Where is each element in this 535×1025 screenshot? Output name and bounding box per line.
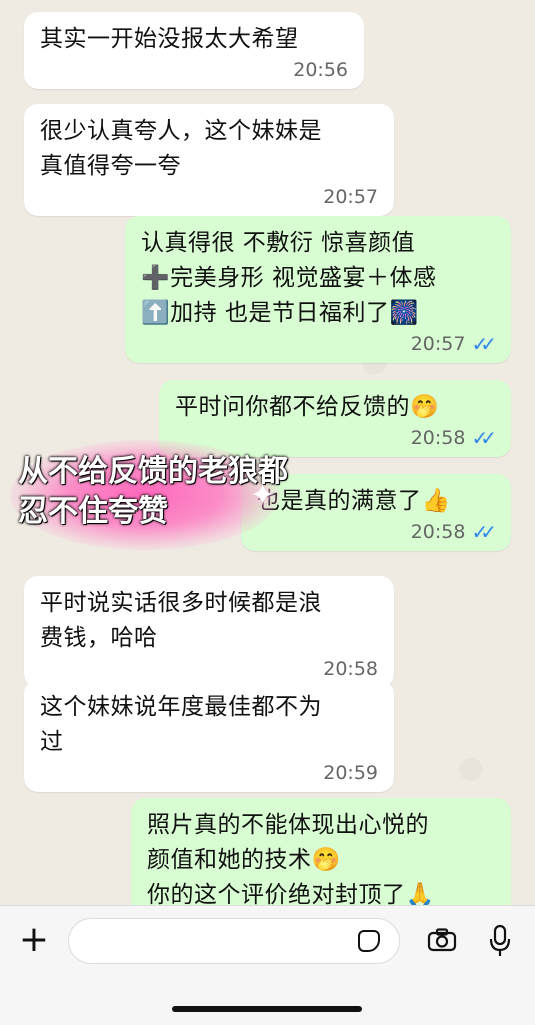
message-bubble-incoming[interactable]: 这个妹妹说年度最佳都不为 过 20:59 <box>24 680 394 792</box>
message-text: 认真得很 不敷衍 惊喜颜值 ➕完美身形 视觉盛宴＋体感 ⬆️加持 也是节日福利了… <box>141 230 437 326</box>
message-text: 其实一开始没报太大希望 <box>40 26 299 52</box>
message-text: 也是真的满意了👍 <box>257 488 451 514</box>
message-meta: 20:58 ✓✓ <box>257 520 497 544</box>
message-bubble-incoming[interactable]: 平时说实话很多时候都是浪 费钱，哈哈 20:58 <box>24 576 394 688</box>
message-meta: 20:56 <box>40 59 348 81</box>
message-meta: 20:58 <box>40 658 378 680</box>
overlay-caption: 从不给反馈的老狼都忍不住夸赞 <box>18 454 288 529</box>
message-bubble-incoming[interactable]: 很少认真夸人，这个妹妹是 真值得夸一夸 20:57 <box>24 104 394 216</box>
microphone-icon[interactable] <box>488 924 512 958</box>
message-input[interactable] <box>68 918 400 964</box>
message-time: 20:58 <box>323 658 378 680</box>
message-time: 20:58 <box>410 427 466 449</box>
message-time: 20:56 <box>293 59 348 81</box>
message-bubble-outgoing[interactable]: 照片真的不能体现出心悦的 颜值和她的技术🤭 你的这个评价绝对封顶了🙏 <box>131 798 511 905</box>
message-text: 这个妹妹说年度最佳都不为 过 <box>40 694 322 755</box>
message-bubble-outgoing[interactable]: 平时问你都不给反馈的🤭 20:58 ✓✓ <box>159 380 511 457</box>
message-time: 20:58 <box>410 521 466 543</box>
read-receipt-icon: ✓✓ <box>471 520 496 544</box>
message-bubble-outgoing[interactable]: 认真得很 不敷衍 惊喜颜值 ➕完美身形 视觉盛宴＋体感 ⬆️加持 也是节日福利了… <box>125 216 511 363</box>
message-bubble-incoming[interactable]: 其实一开始没报太大希望 20:56 <box>24 12 364 89</box>
camera-icon[interactable] <box>427 928 457 952</box>
message-time: 20:59 <box>323 762 378 784</box>
message-text: 照片真的不能体现出心悦的 颜值和她的技术🤭 你的这个评价绝对封顶了🙏 <box>147 812 435 905</box>
chat-area[interactable]: 其实一开始没报太大希望 20:56 很少认真夸人，这个妹妹是 真值得夸一夸 20… <box>0 0 535 905</box>
message-meta: 20:58 ✓✓ <box>175 426 497 450</box>
message-time: 20:57 <box>323 186 378 208</box>
read-receipt-icon: ✓✓ <box>471 426 496 450</box>
sparkle-icon: ✦ <box>250 478 276 513</box>
composer-bar: + <box>0 905 535 1025</box>
message-meta: 20:57 <box>40 186 378 208</box>
message-time: 20:57 <box>410 333 466 355</box>
message-text: 平时说实话很多时候都是浪 费钱，哈哈 <box>40 590 322 651</box>
read-receipt-icon: ✓✓ <box>471 332 496 356</box>
message-text: 平时问你都不给反馈的🤭 <box>175 394 440 420</box>
message-meta: 20:57 ✓✓ <box>141 332 497 356</box>
message-text: 很少认真夸人，这个妹妹是 真值得夸一夸 <box>40 118 322 179</box>
home-indicator <box>172 1006 362 1012</box>
attach-plus-icon[interactable]: + <box>18 922 50 958</box>
message-meta: 20:59 <box>40 762 378 784</box>
